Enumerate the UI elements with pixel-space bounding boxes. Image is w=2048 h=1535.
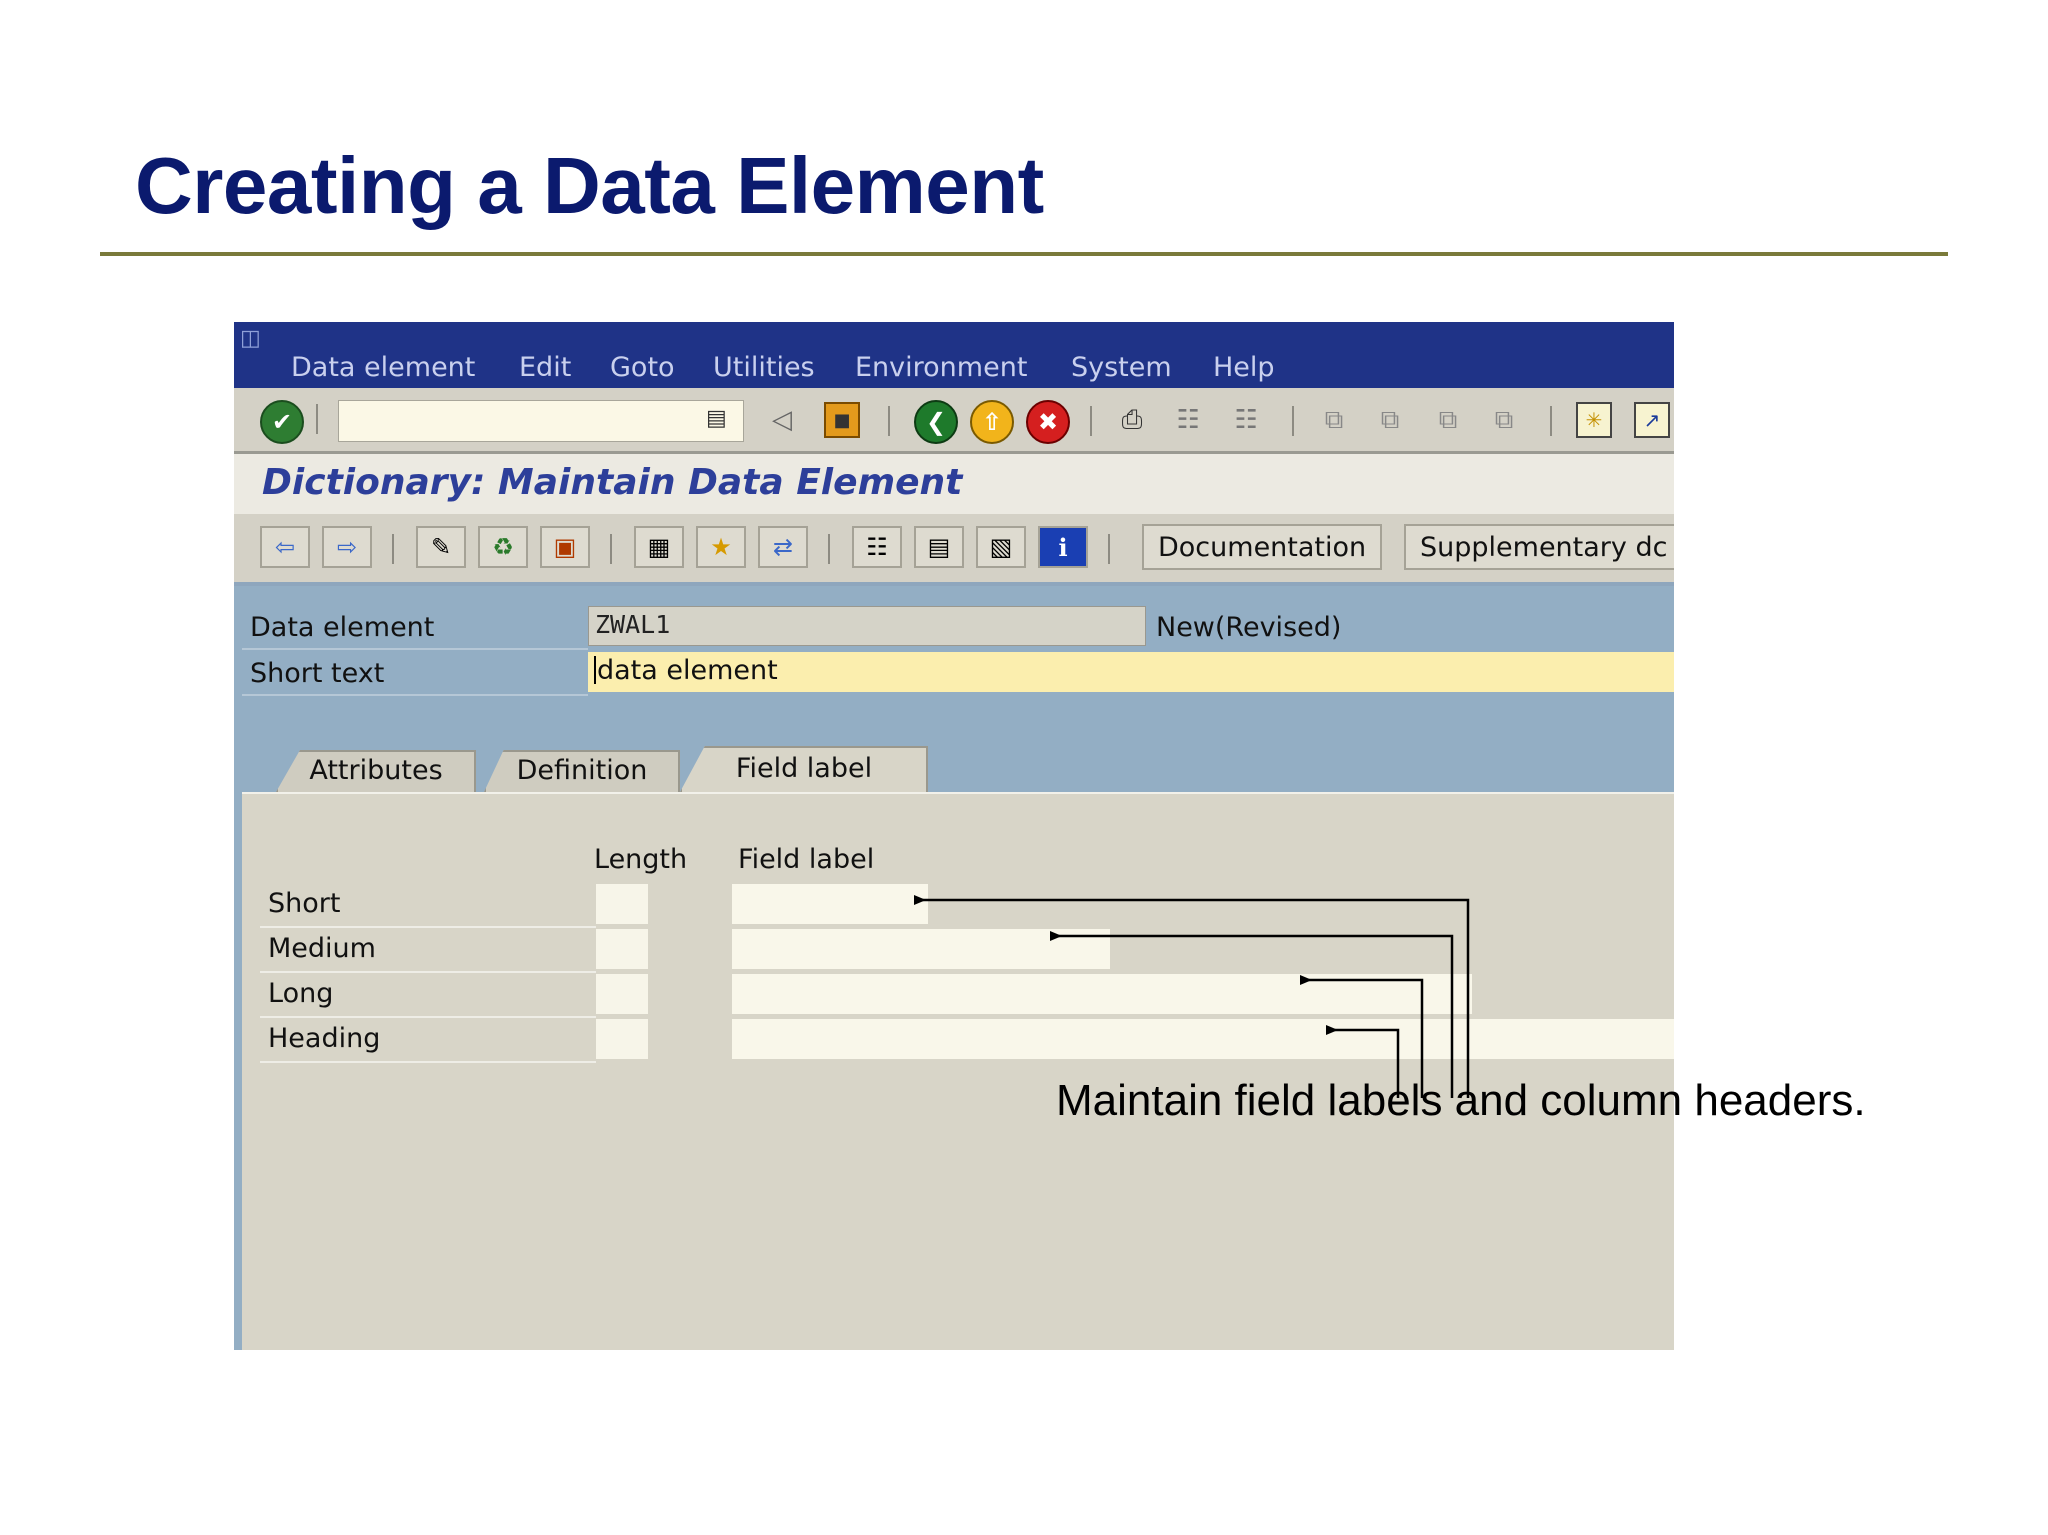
toolbar-separator [316, 404, 318, 434]
check-icon[interactable]: ✔ [260, 400, 304, 444]
back-arrow-icon[interactable]: ⇦ [260, 526, 310, 568]
annotation-text: Maintain field labels and column headers… [1056, 1076, 1866, 1125]
row-divider [242, 694, 588, 696]
long-field-label-input[interactable] [732, 974, 1472, 1014]
short-text-value: data element [597, 655, 778, 686]
menu-help[interactable]: Help [1213, 352, 1275, 383]
data-element-field: ZWAL1 [588, 606, 1146, 646]
system-menu-icon[interactable]: ◫ [240, 328, 268, 350]
menu-bar: ◫ Data element Edit Goto Utilities Envir… [234, 322, 1674, 388]
print-icon[interactable]: ⎙ [1114, 402, 1150, 438]
tab-attributes[interactable]: Attributes [276, 750, 476, 792]
row-divider [260, 971, 596, 973]
check-object-icon[interactable]: ♻ [478, 526, 528, 568]
tab-definition[interactable]: Definition [484, 750, 680, 792]
menu-data-element[interactable]: Data element [291, 352, 475, 383]
forward-arrow-icon[interactable]: ⇨ [322, 526, 372, 568]
standard-toolbar: ✔ ▤ ◁ ■ ❮ ⇧ ✖ ⎙ ☷ ☷ ⧉ ⧉ ⧉ ⧉ ✳ ↗ [234, 388, 1674, 454]
previous-page-icon[interactable]: ⧉ [1372, 402, 1408, 438]
toolbar-separator [888, 406, 890, 436]
toolbar-separator [1108, 534, 1110, 564]
slide-title: Creating a Data Element [135, 141, 1044, 230]
data-element-label: Data element [250, 612, 435, 643]
long-length-field[interactable] [596, 974, 648, 1014]
menu-system[interactable]: System [1071, 352, 1172, 383]
heading-field-label-input[interactable] [732, 1019, 1674, 1059]
field-label-column-header: Field label [738, 844, 875, 875]
medium-length-field[interactable] [596, 929, 648, 969]
display-change-icon[interactable]: ✎ [416, 526, 466, 568]
where-used-icon[interactable]: ▦ [634, 526, 684, 568]
last-page-icon[interactable]: ⧉ [1486, 402, 1522, 438]
find-next-icon[interactable]: ☷ [1228, 402, 1264, 438]
title-divider [100, 252, 1948, 256]
toolbar-separator [1292, 406, 1294, 436]
screen-title: Dictionary: Maintain Data Element [262, 462, 963, 503]
row-divider [260, 926, 596, 928]
shortcut-icon[interactable]: ↗ [1634, 402, 1670, 438]
long-label: Long [268, 978, 334, 1009]
sap-window: ◫ Data element Edit Goto Utilities Envir… [234, 322, 1674, 1350]
find-icon[interactable]: ☷ [1170, 402, 1206, 438]
short-field-label-input[interactable] [732, 884, 928, 924]
short-label: Short [268, 888, 341, 919]
field-label-panel: Length Field label Short Medium Long Hea… [242, 792, 1674, 1350]
toolbar-separator [392, 534, 394, 564]
heading-label: Heading [268, 1023, 381, 1054]
back-triangle-icon[interactable]: ◁ [764, 402, 800, 438]
first-page-icon[interactable]: ⧉ [1316, 402, 1352, 438]
documentation-button[interactable]: Documentation [1142, 524, 1383, 570]
info-icon[interactable]: i [1038, 526, 1088, 568]
row-divider [242, 648, 588, 650]
toolbar-separator [1090, 406, 1092, 436]
supplementary-documentation-button[interactable]: Supplementary dc [1404, 524, 1674, 570]
title-bar: Dictionary: Maintain Data Element [234, 454, 1674, 514]
next-page-icon[interactable]: ⧉ [1430, 402, 1466, 438]
application-toolbar: ⇦ ⇨ ✎ ♻ ▣ ▦ ★ ⇄ ☷ ▤ ▧ i Documentation Su… [234, 514, 1674, 586]
toolbar-separator [1550, 406, 1552, 436]
medium-label: Medium [268, 933, 376, 964]
toolbar-separator [828, 534, 830, 564]
menu-environment[interactable]: Environment [855, 352, 1027, 383]
medium-field-label-input[interactable] [732, 929, 1110, 969]
row-divider [260, 1016, 596, 1018]
short-text-field[interactable]: data element [588, 652, 1674, 692]
left-border [234, 586, 242, 1350]
hierarchy-icon[interactable]: ☷ [852, 526, 902, 568]
exit-icon[interactable]: ⇧ [970, 400, 1014, 444]
toolbar-separator [610, 534, 612, 564]
short-length-field[interactable] [596, 884, 648, 924]
menu-goto[interactable]: Goto [610, 352, 675, 383]
save-icon[interactable]: ■ [824, 402, 860, 438]
length-column-header: Length [594, 844, 688, 875]
row-divider [260, 1061, 596, 1063]
menu-utilities[interactable]: Utilities [713, 352, 815, 383]
activate-icon[interactable]: ▣ [540, 526, 590, 568]
tab-field-label[interactable]: Field label [680, 746, 928, 792]
heading-length-field[interactable] [596, 1019, 648, 1059]
short-text-label: Short text [250, 658, 385, 689]
command-field[interactable] [338, 400, 744, 442]
status-text: New(Revised) [1156, 612, 1342, 643]
command-field-menu-icon[interactable]: ▤ [706, 406, 727, 431]
display-object-list-icon[interactable]: ★ [696, 526, 746, 568]
back-icon[interactable]: ❮ [914, 400, 958, 444]
cancel-icon[interactable]: ✖ [1026, 400, 1070, 444]
text-cursor [594, 656, 596, 684]
create-session-icon[interactable]: ✳ [1576, 402, 1612, 438]
layout-icon[interactable]: ▧ [976, 526, 1026, 568]
menu-edit[interactable]: Edit [519, 352, 571, 383]
navigation-window-icon[interactable]: ⇄ [758, 526, 808, 568]
print-list-icon[interactable]: ▤ [914, 526, 964, 568]
